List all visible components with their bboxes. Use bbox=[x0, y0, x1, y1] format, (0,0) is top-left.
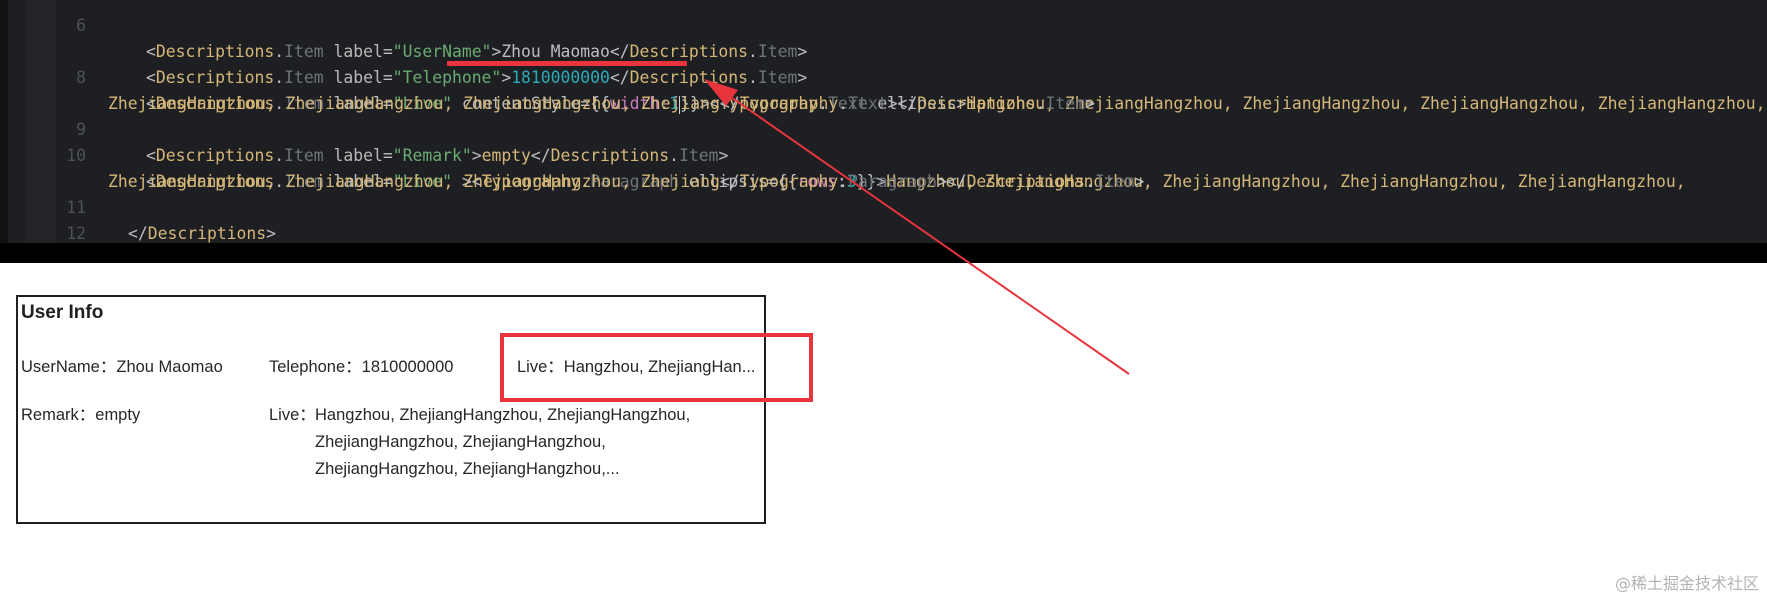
annotation-arrow-icon bbox=[704, 79, 1130, 375]
watermark: @稀土掘金技术社区 bbox=[1614, 574, 1759, 593]
